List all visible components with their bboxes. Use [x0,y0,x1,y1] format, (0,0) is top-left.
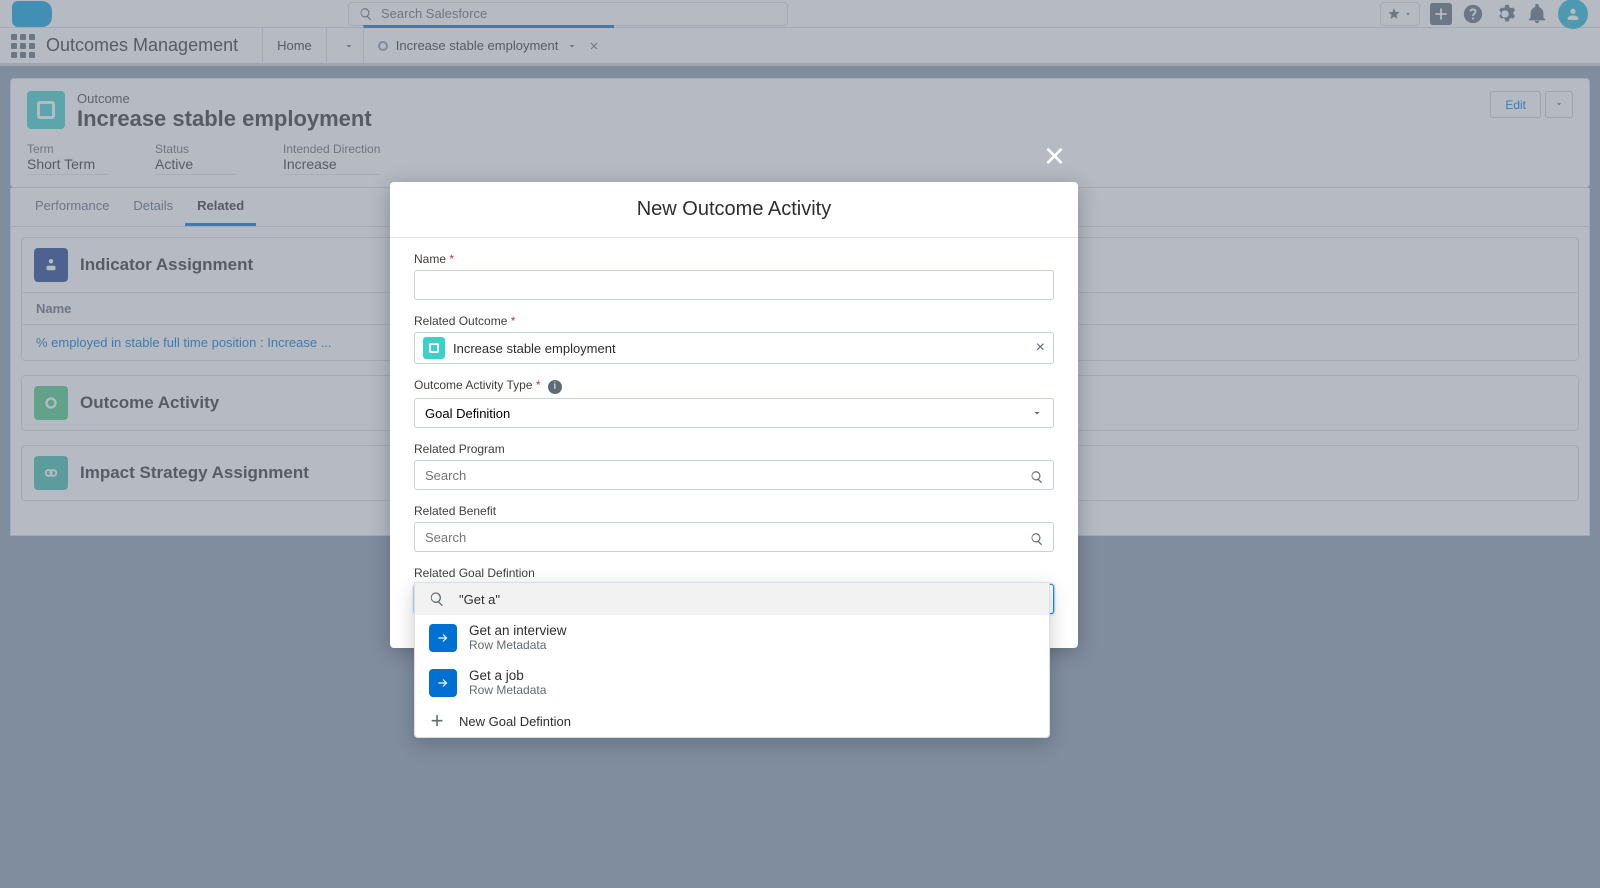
listbox-option-get-an-interview[interactable]: Get an interview Row Metadata [415,615,1049,660]
related-program-label: Related Program [414,442,1054,456]
listbox-search-query-item[interactable]: "Get a" [415,583,1049,615]
modal-close-button[interactable]: × [1044,138,1065,174]
modal-title: New Outcome Activity [390,182,1078,238]
info-icon[interactable]: i [548,380,562,394]
activity-type-value: Goal Definition [425,406,510,421]
goal-definition-listbox: "Get a" Get an interview Row Metadata Ge… [414,582,1050,738]
activity-type-select[interactable]: Goal Definition [414,398,1054,428]
related-outcome-label: Related Outcome * [414,314,1054,328]
field-name: Name * [414,252,1054,300]
field-related-program: Related Program [414,442,1054,490]
goal-icon [429,669,457,697]
chevron-down-icon [1031,407,1043,419]
clear-icon[interactable]: × [1036,339,1045,357]
related-program-input[interactable] [414,460,1054,490]
search-icon [1030,470,1044,484]
option2-name: Get a job [469,668,546,683]
field-activity-type: Outcome Activity Type * i Goal Definitio… [414,378,1054,428]
option1-sub: Row Metadata [469,638,567,652]
new-goal-label: New Goal Defintion [459,714,571,729]
outcome-icon [423,337,445,359]
listbox-new-goal-definition[interactable]: + New Goal Defintion [415,705,1049,737]
field-related-benefit: Related Benefit [414,504,1054,552]
option1-name: Get an interview [469,623,567,638]
field-related-outcome: Related Outcome * Increase stable employ… [414,314,1054,364]
related-outcome-value: Increase stable employment [453,341,616,356]
listbox-query-text: "Get a" [459,592,500,607]
search-icon [1030,532,1044,546]
related-benefit-input[interactable] [414,522,1054,552]
related-goal-label: Related Goal Defintion [414,566,1054,580]
new-outcome-activity-modal: New Outcome Activity Name * Related Outc… [390,182,1078,648]
option2-sub: Row Metadata [469,683,546,697]
name-label: Name * [414,252,1054,266]
search-icon [429,591,445,607]
name-input[interactable] [414,270,1054,300]
plus-icon: + [429,713,445,729]
activity-type-label: Outcome Activity Type * i [414,378,1054,394]
goal-icon [429,624,457,652]
related-outcome-lookup[interactable]: Increase stable employment × [414,332,1054,364]
related-benefit-label: Related Benefit [414,504,1054,518]
listbox-option-get-a-job[interactable]: Get a job Row Metadata [415,660,1049,705]
